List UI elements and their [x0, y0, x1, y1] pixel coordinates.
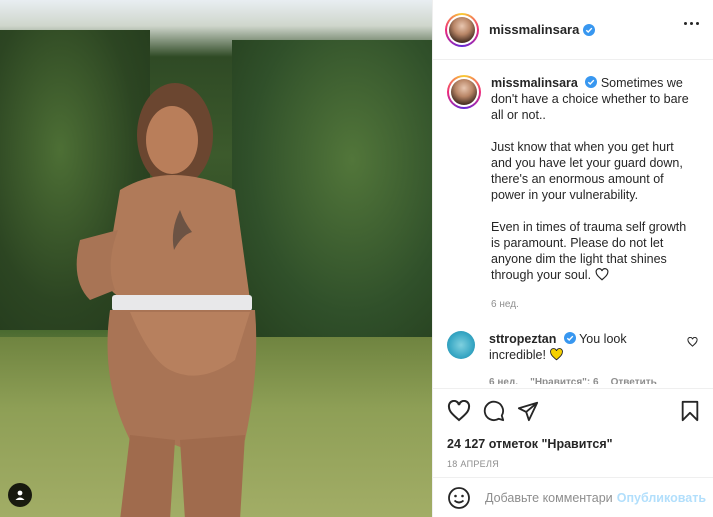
comment-icon[interactable]: [483, 400, 505, 422]
share-icon[interactable]: [517, 400, 539, 422]
comment-age[interactable]: 6 нед.: [489, 375, 518, 384]
hedge-right: [232, 40, 432, 340]
comment-avatar[interactable]: [447, 331, 475, 359]
post-photo[interactable]: [0, 0, 432, 517]
post-date[interactable]: 18 АПРЕЛЯ: [447, 459, 700, 469]
heart-icon: [595, 268, 608, 281]
author-username[interactable]: missmalinsara: [489, 22, 579, 37]
caption-author-avatar[interactable]: [447, 75, 481, 109]
comment-input[interactable]: Добавьте комментарий...: [485, 491, 613, 505]
comment-username[interactable]: sttropeztan: [489, 332, 556, 346]
comment-reply-button[interactable]: Ответить: [611, 375, 657, 384]
yellow-heart-icon: [550, 348, 564, 361]
comment-item: sttropeztan You look incredible! 6 нед. …: [447, 331, 700, 384]
bookmark-icon[interactable]: [680, 400, 700, 422]
verified-badge-icon: [563, 332, 576, 344]
comments-section: missmalinsara Sometimes we don't have a …: [433, 61, 713, 384]
person-figure: [76, 83, 257, 517]
post-header: missmalinsara: [433, 0, 713, 60]
heart-icon[interactable]: [447, 400, 471, 422]
verified-badge-icon: [583, 23, 596, 36]
emoji-icon[interactable]: [447, 486, 471, 510]
author-avatar[interactable]: [445, 12, 479, 47]
add-comment-bar: Добавьте комментарий... Опубликовать: [433, 477, 713, 517]
caption: missmalinsara Sometimes we don't have a …: [447, 75, 700, 313]
more-options-icon[interactable]: [684, 22, 699, 25]
caption-paragraph-2: Just know that when you get hurt and you…: [491, 140, 683, 202]
likes-count[interactable]: 24 127 отметок "Нравится": [447, 437, 700, 451]
caption-age[interactable]: 6 нед.: [491, 297, 696, 313]
comment-like-heart-icon[interactable]: [687, 337, 698, 347]
verified-badge-icon: [585, 76, 598, 88]
caption-paragraph-3: Even in times of trauma self growth is p…: [491, 220, 687, 282]
post-sidebar: missmalinsara missmalinsara Sometimes we…: [432, 0, 713, 517]
post-comment-button[interactable]: Опубликовать: [617, 491, 706, 505]
user-tag-icon: [15, 490, 25, 500]
user-tag-button[interactable]: [8, 483, 32, 507]
caption-author-username[interactable]: missmalinsara: [491, 76, 578, 90]
comment-likes[interactable]: "Нравится": 6: [530, 375, 599, 384]
post-actions: 24 127 отметок "Нравится" 18 АПРЕЛЯ: [433, 388, 713, 477]
